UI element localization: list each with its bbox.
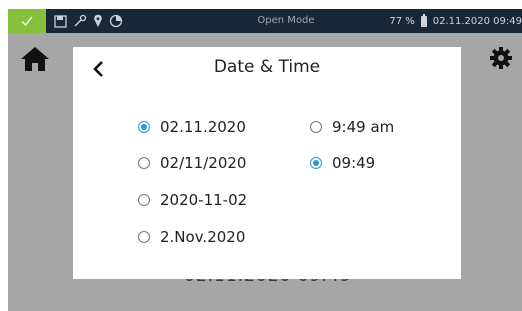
date-option-3[interactable]: 2020-11-02: [138, 191, 247, 209]
status-right: 77 % 02.11.2020 09:49: [389, 9, 522, 33]
battery-icon: [420, 13, 427, 27]
time-option-label: 9:49 am: [332, 118, 395, 136]
radio-selected[interactable]: [310, 157, 322, 169]
date-option-label: 2020-11-02: [160, 191, 248, 209]
radio-unselected[interactable]: [138, 231, 150, 243]
date-time-dialog: Date & Time 02.11.2020 02/11/2020 2020-1…: [73, 47, 461, 279]
gear-icon: [490, 47, 512, 69]
pie-icon: [109, 14, 123, 28]
battery-percent: 77 %: [389, 15, 415, 27]
check-icon: [21, 16, 33, 27]
location-icon: [94, 14, 102, 27]
home-icon: [21, 47, 49, 71]
date-option-label: 02/11/2020: [160, 154, 247, 172]
status-ok-indicator: [8, 9, 46, 33]
date-option-1[interactable]: 02.11.2020: [138, 118, 246, 136]
date-option-2[interactable]: 02/11/2020: [138, 154, 246, 172]
home-button[interactable]: [20, 46, 50, 72]
time-option-label: 09:49: [332, 154, 376, 172]
radio-unselected[interactable]: [138, 194, 150, 206]
dialog-title: Date & Time: [213, 57, 321, 77]
date-option-label: 02.11.2020: [160, 118, 246, 136]
status-icons: [54, 12, 123, 30]
time-option-1[interactable]: 9:49 am: [310, 118, 394, 136]
device-screen: Open Mode 77 % 02.11.2020 09:49 Date & T…: [0, 0, 522, 311]
radio-unselected[interactable]: [310, 121, 322, 133]
status-bar: Open Mode 77 % 02.11.2020 09:49: [8, 9, 522, 33]
save-icon: [54, 14, 67, 28]
tools-icon: [74, 14, 87, 27]
mode-label: Open Mode: [257, 15, 315, 26]
radio-unselected[interactable]: [138, 157, 150, 169]
radio-selected[interactable]: [138, 121, 150, 133]
status-datetime: 02.11.2020 09:49: [432, 15, 522, 27]
date-option-4[interactable]: 2.Nov.2020: [138, 228, 245, 246]
settings-button[interactable]: [488, 45, 514, 71]
date-option-label: 2.Nov.2020: [160, 228, 246, 246]
time-option-2[interactable]: 09:49: [310, 154, 375, 172]
